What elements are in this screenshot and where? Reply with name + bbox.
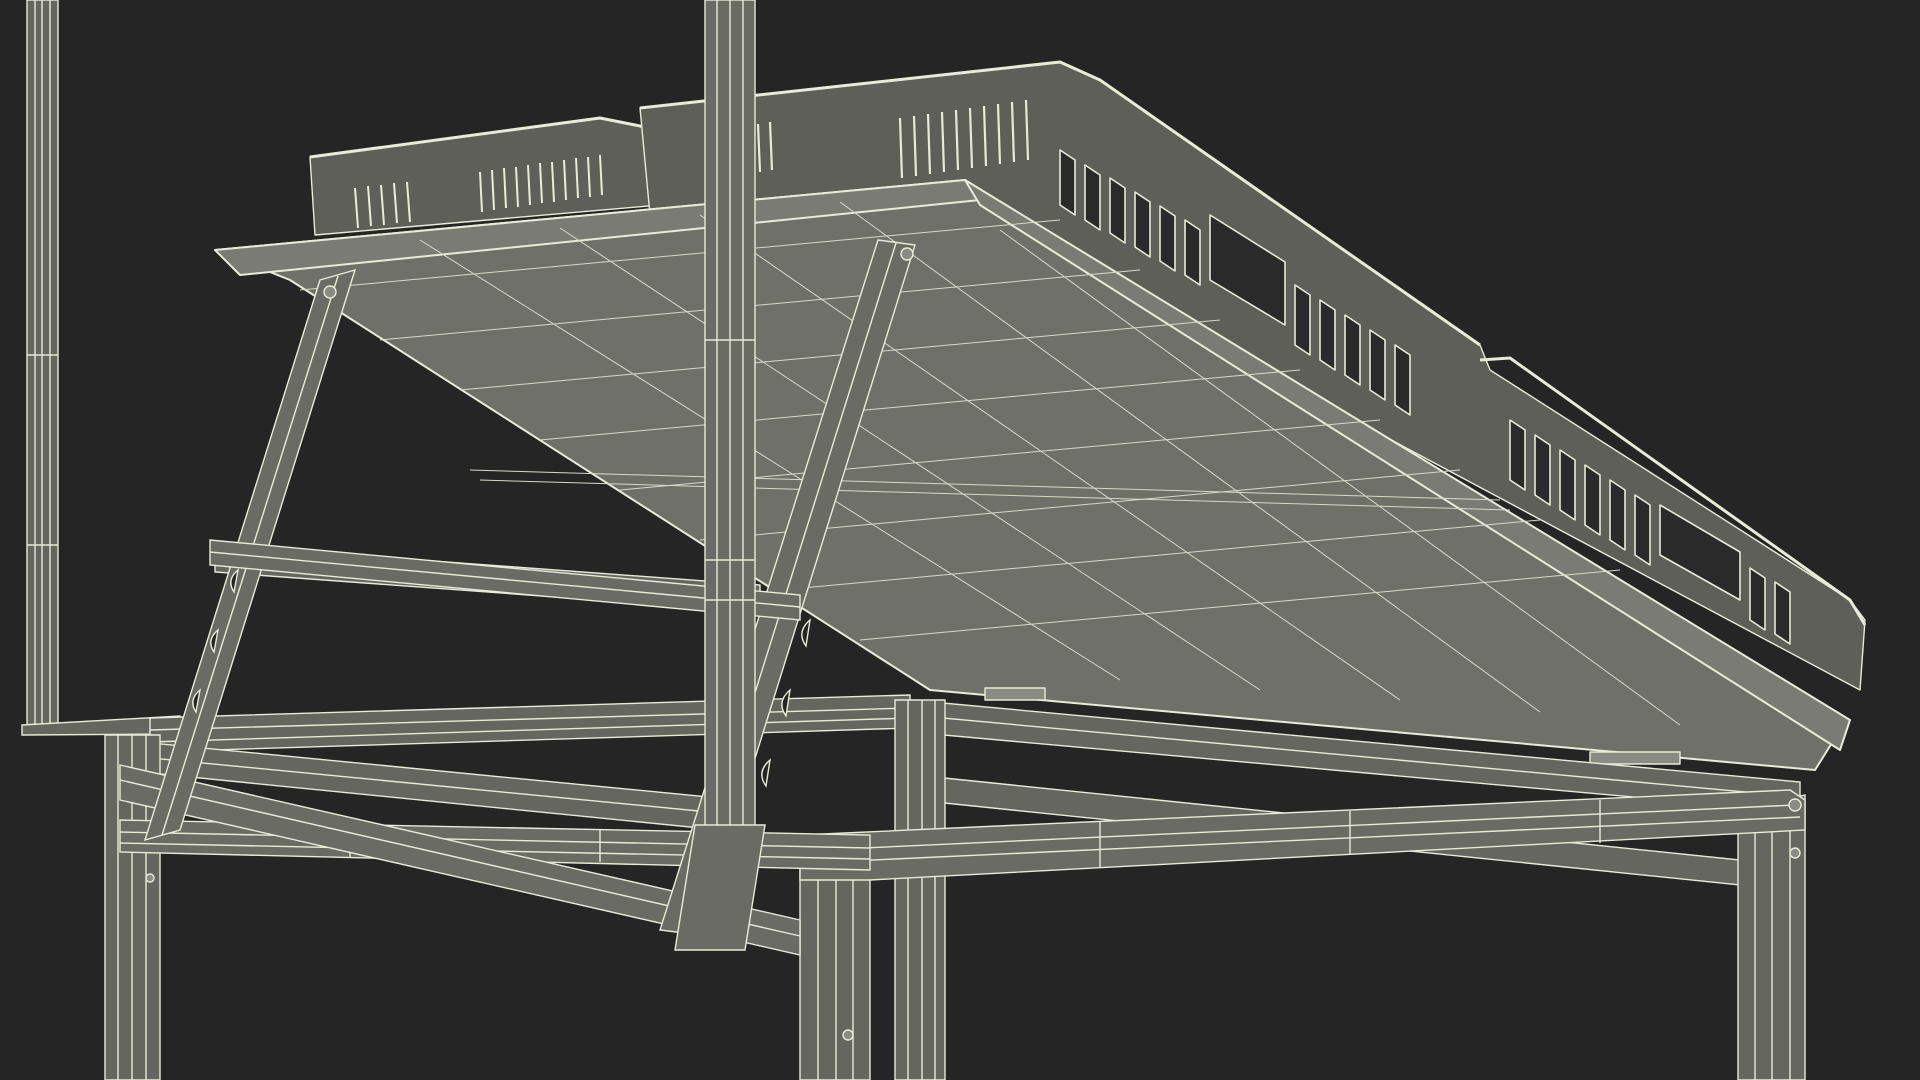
wireframe-scene	[0, 0, 1920, 1080]
right-arm-pivot	[900, 247, 914, 261]
front-rail-bolt-right	[1788, 798, 1802, 812]
render-viewport	[0, 0, 1920, 1080]
leg-front-right-bolt	[1789, 847, 1801, 859]
leg-left-bolt	[145, 873, 155, 883]
hinge-left	[984, 687, 1046, 701]
leg-back-right	[894, 699, 946, 1080]
hinge-right	[1589, 751, 1681, 765]
leg-front-center-bolt	[842, 1029, 854, 1041]
left-arm-pivot	[323, 285, 337, 299]
